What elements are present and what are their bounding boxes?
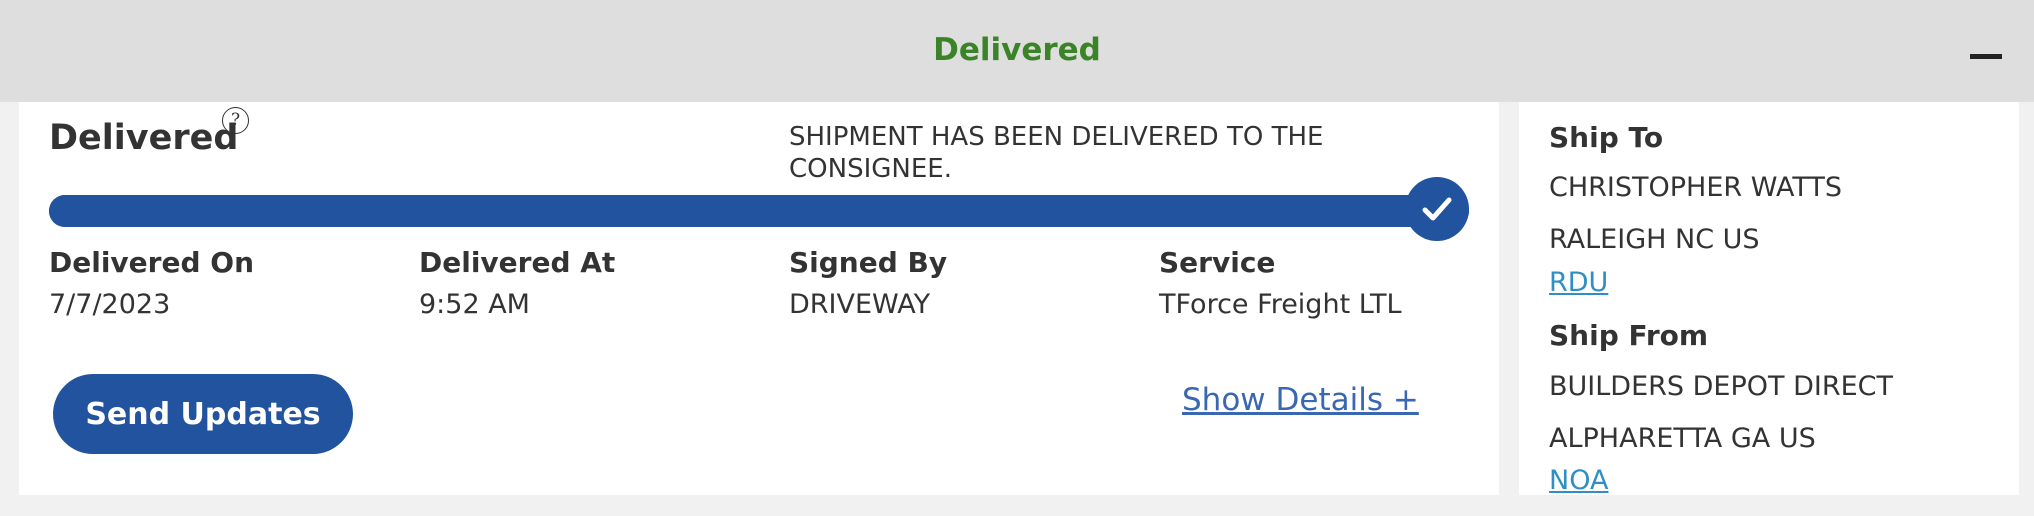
- signed-by-label: Signed By: [789, 246, 948, 279]
- question-mark-icon[interactable]: ?: [222, 107, 249, 134]
- ship-to-label: Ship To: [1549, 121, 1664, 154]
- send-updates-button[interactable]: Send Updates: [53, 374, 353, 454]
- status-message: SHIPMENT HAS BEEN DELIVERED TO THE CONSI…: [789, 122, 1324, 184]
- collapse-minus-icon[interactable]: [1966, 36, 2006, 70]
- ship-from-label: Ship From: [1549, 319, 1709, 352]
- ship-to-location: RALEIGH NC US: [1549, 224, 1760, 255]
- delivered-on-label: Delivered On: [49, 246, 254, 279]
- service-label: Service: [1159, 246, 1276, 279]
- service-value: TForce Freight LTL: [1159, 289, 1402, 320]
- delivery-progress-fill: [49, 195, 1469, 227]
- delivered-at-value: 9:52 AM: [419, 289, 530, 320]
- ship-to-terminal-link[interactable]: RDU: [1549, 267, 1608, 298]
- delivery-status-title: Delivered: [49, 118, 239, 158]
- delivered-on-value: 7/7/2023: [49, 289, 171, 320]
- checkmark-icon: [1405, 177, 1469, 241]
- signed-by-value: DRIVEWAY: [789, 289, 931, 320]
- ship-from-name: BUILDERS DEPOT DIRECT: [1549, 371, 1893, 402]
- delivery-progress-bar: [49, 195, 1469, 227]
- ship-to-name: CHRISTOPHER WATTS: [1549, 172, 1842, 203]
- ship-from-location: ALPHARETTA GA US: [1549, 423, 1816, 454]
- show-details-link[interactable]: Show Details +: [1182, 382, 1419, 418]
- delivered-at-label: Delivered At: [419, 246, 616, 279]
- ship-from-terminal-link[interactable]: NOA: [1549, 465, 1608, 496]
- header-status-title: Delivered: [933, 32, 1101, 68]
